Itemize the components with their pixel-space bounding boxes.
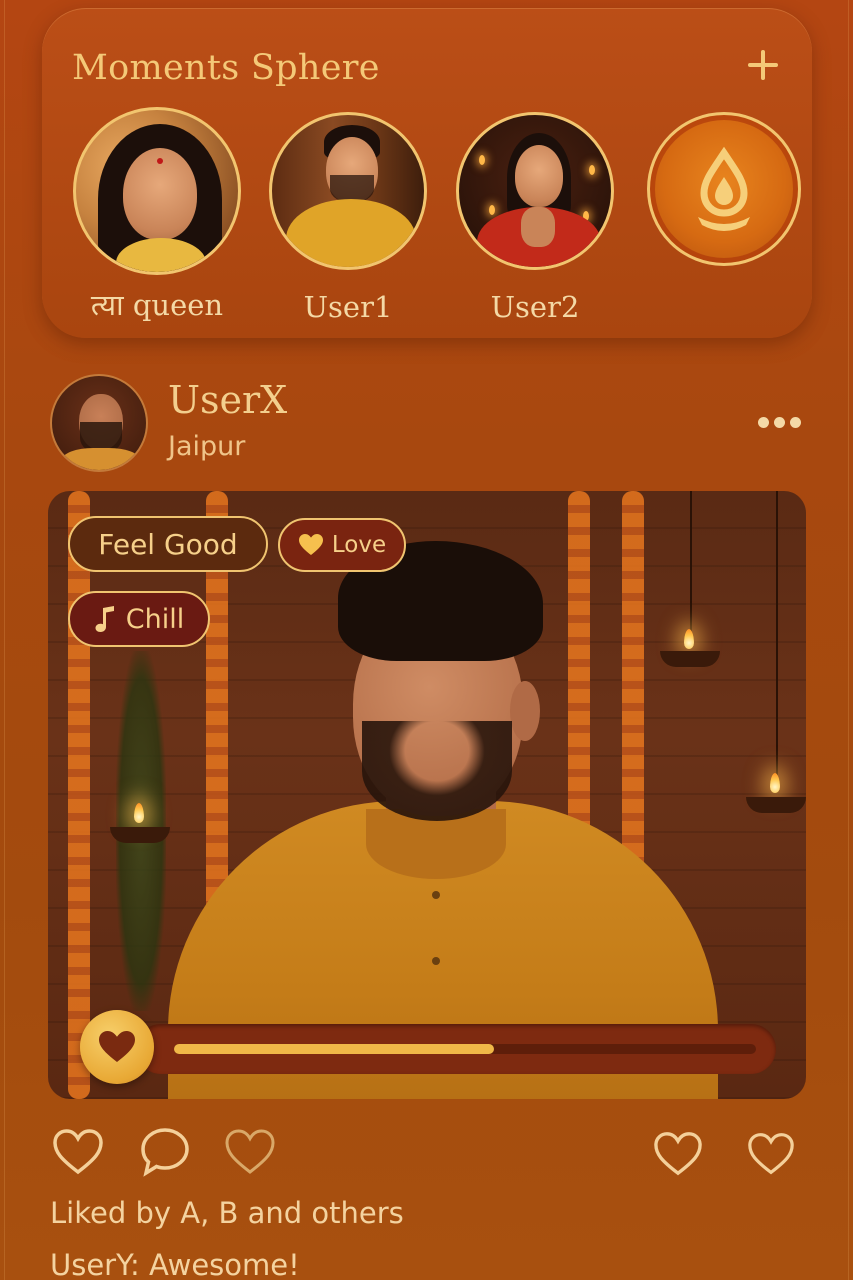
story-label-1: त्या queen: [90, 288, 224, 322]
music-note-icon: [94, 604, 118, 634]
comment-icon: [141, 1128, 189, 1177]
diya-icon: [698, 146, 750, 231]
post-more-button[interactable]: [758, 416, 802, 430]
comment-button[interactable]: [137, 1124, 193, 1180]
mood-tag-love[interactable]: Love: [278, 518, 406, 572]
post-username[interactable]: UserX: [168, 378, 287, 422]
post-location[interactable]: Jaipur: [168, 431, 245, 462]
mood-tag-label: Love: [331, 532, 387, 558]
save-button[interactable]: [222, 1124, 278, 1180]
liked-by-text[interactable]: Liked by A, B and others: [50, 1196, 404, 1230]
story-item-3[interactable]: User2: [456, 112, 614, 324]
story-item-diya[interactable]: [647, 112, 801, 266]
story-avatar-1: [73, 107, 241, 275]
story-item-1[interactable]: त्या queen: [73, 107, 241, 322]
like-icon: [53, 1129, 103, 1175]
story-item-2[interactable]: User1: [269, 112, 427, 324]
app-screen: Moments Sphere त्या queen User1 User2 Us…: [0, 0, 853, 1280]
mood-tag-label: Feel Good: [98, 527, 238, 561]
mood-tag-label: Chill: [125, 603, 185, 635]
heart-icon: [748, 1133, 794, 1175]
post-author-avatar[interactable]: [50, 374, 148, 472]
moments-sphere-card: Moments Sphere त्या queen User1 User2: [42, 8, 812, 338]
moments-title: Moments Sphere: [72, 48, 380, 88]
reaction-slider-knob[interactable]: [80, 1010, 154, 1084]
story-avatar-2: [269, 112, 427, 270]
reaction-button-2[interactable]: [743, 1126, 799, 1182]
heart-icon: [298, 533, 324, 557]
heart-outline-icon: [225, 1129, 275, 1174]
add-story-button[interactable]: [744, 46, 782, 84]
heart-icon: [654, 1132, 702, 1176]
mood-tag-chill[interactable]: Chill: [68, 591, 210, 647]
story-label-3: User2: [490, 290, 580, 324]
story-label-2: User1: [303, 290, 393, 324]
comment-preview[interactable]: UserY: Awesome!: [50, 1248, 300, 1280]
mood-tag-feel-good[interactable]: Feel Good: [68, 516, 268, 572]
like-button[interactable]: [50, 1124, 106, 1180]
marigold-garland: [68, 491, 90, 1099]
more-dots-icon: [758, 417, 769, 428]
story-avatar-3: [456, 112, 614, 270]
post-photo[interactable]: Feel Good Love Chill: [48, 491, 806, 1099]
reaction-slider-fill: [174, 1044, 494, 1054]
reaction-button-1[interactable]: [650, 1126, 706, 1182]
heart-icon: [99, 1031, 135, 1062]
